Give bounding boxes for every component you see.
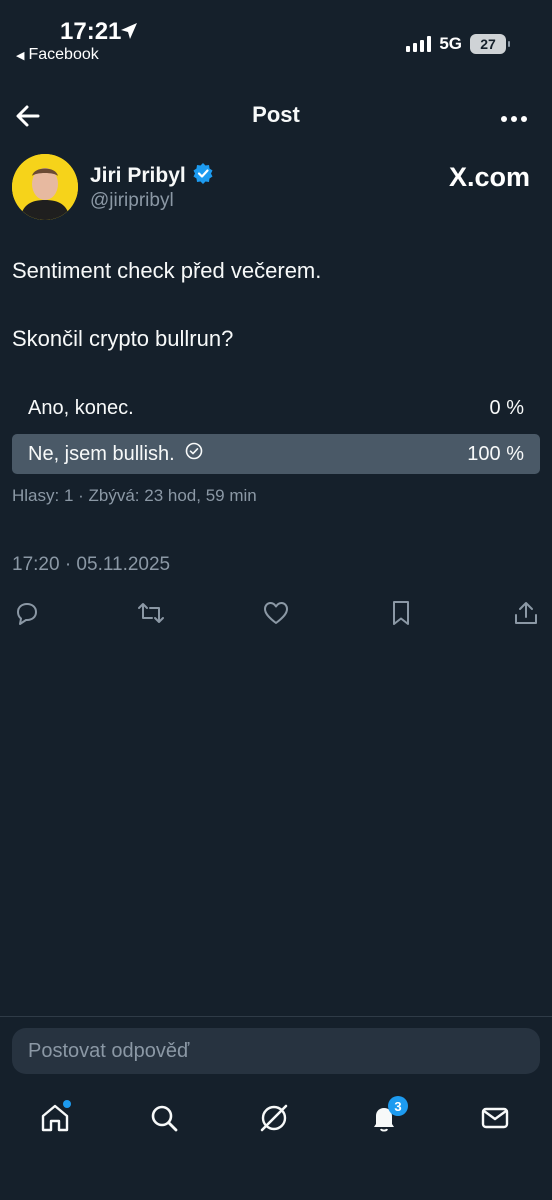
author-name[interactable]: Jiri Pribyl [90, 162, 214, 190]
notifications-badge: 3 [388, 1096, 408, 1116]
poll-option-label: Ne, jsem bullish. [28, 442, 175, 465]
poll-option-label-wrap: Ne, jsem bullish. [28, 442, 203, 466]
nav-messages-icon[interactable] [477, 1100, 513, 1136]
avatar[interactable] [12, 154, 78, 220]
location-arrow-icon [120, 22, 138, 45]
post-text-line-2: Skončil crypto bullrun? [12, 326, 234, 351]
like-icon[interactable] [261, 598, 291, 628]
back-triangle-icon: ◀ [16, 49, 25, 62]
bookmark-icon[interactable] [386, 598, 416, 628]
poll-meta: Hlasy: 1 · Zbývá: 23 hod, 59 min [12, 486, 257, 505]
reply-input[interactable]: Postovat odpověď [12, 1028, 540, 1074]
divider [0, 1016, 552, 1017]
back-to-app-link[interactable]: ◀ Facebook [16, 46, 99, 64]
repost-icon[interactable] [136, 598, 166, 628]
post-text-line-1: Sentiment check před večerem. [12, 258, 322, 283]
back-app-label: Facebook [28, 46, 99, 63]
share-icon[interactable] [511, 598, 541, 628]
battery-icon: 27 [470, 34, 510, 54]
author-name-text: Jiri Pribyl [90, 164, 186, 187]
check-circle-icon [185, 442, 203, 466]
nav-notifications-icon[interactable]: 3 [366, 1096, 408, 1136]
page-title: Post [252, 102, 300, 127]
poll-option-1: Ano, konec. 0 % [12, 388, 540, 428]
x-com-logo: X.com [448, 162, 530, 192]
poll-option-label: Ano, konec. [28, 396, 134, 419]
status-indicators: 5G 27 [406, 34, 510, 54]
reply-placeholder: Postovat odpověď [28, 1039, 190, 1062]
nav-grok-icon[interactable] [256, 1100, 292, 1136]
reply-icon[interactable] [12, 598, 42, 628]
home-unread-dot [63, 1100, 71, 1108]
signal-icon [406, 36, 432, 52]
poll-option-percent: 0 % [489, 396, 524, 419]
more-options-icon[interactable] [500, 104, 528, 124]
poll-option-2: Ne, jsem bullish. 100 % [12, 434, 540, 474]
nav-search-icon[interactable] [146, 1100, 182, 1136]
post-timestamp: 17:20 · 05.11.2025 [12, 554, 171, 575]
nav-home-icon[interactable] [37, 1100, 73, 1136]
author-handle[interactable]: @jiripribyl [90, 190, 174, 212]
network-label: 5G [439, 34, 462, 53]
back-arrow-icon[interactable] [14, 102, 42, 135]
battery-level: 27 [480, 36, 496, 52]
verified-badge-icon [192, 162, 214, 190]
poll-option-percent: 100 % [467, 442, 524, 465]
status-time: 17:21 [60, 18, 122, 45]
